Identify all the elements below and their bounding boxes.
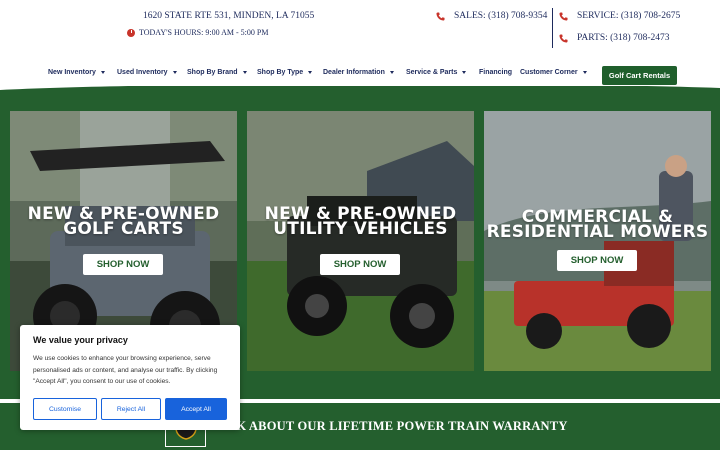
wave-divider: [0, 84, 720, 90]
nav-label: Service & Parts: [406, 69, 458, 76]
shop-now-button[interactable]: SHOP NOW: [557, 250, 637, 271]
mowers-card[interactable]: COMMERCIAL & RESIDENTIAL MOWERS SHOP NOW: [484, 111, 711, 371]
nav-shop-by-brand[interactable]: Shop By Brand: [187, 69, 247, 76]
nav-label: Financing: [479, 69, 513, 76]
cookie-title: We value your privacy: [33, 335, 128, 345]
chevron-down-icon: [462, 71, 467, 74]
top-header: 1620 STATE RTE 531, MINDEN, LA 71055 TOD…: [0, 0, 720, 62]
utility-vehicles-card[interactable]: NEW & PRE-OWNED UTILITY VEHICLES SHOP NO…: [247, 111, 474, 371]
chevron-down-icon: [172, 71, 177, 74]
nav-label: Customer Corner: [520, 69, 578, 76]
customise-button[interactable]: Customise: [33, 398, 97, 420]
nav-label: Shop By Type: [257, 69, 304, 76]
phone-icon: [436, 11, 445, 21]
card-title-line2: GOLF CARTS: [63, 219, 184, 239]
cookie-consent-banner: We value your privacy We use cookies to …: [20, 325, 240, 430]
cookie-buttons: Customise Reject All Accept All: [33, 398, 227, 420]
service-phone-label: SERVICE: (318) 708-2675: [577, 11, 681, 21]
clock-icon: [127, 28, 135, 37]
store-hours: TODAY'S HOURS: 9:00 AM - 5:00 PM: [127, 28, 268, 37]
cookie-text: We use cookies to enhance your browsing …: [33, 355, 218, 386]
chevron-down-icon: [389, 71, 394, 74]
chevron-down-icon: [582, 71, 587, 74]
nav-shop-by-type[interactable]: Shop By Type: [257, 69, 313, 76]
warranty-text: ASK ABOUT OUR LIFETIME POWER TRAIN WARRA…: [220, 419, 568, 433]
chevron-down-icon: [242, 71, 247, 74]
nav-new-inventory[interactable]: New Inventory: [48, 69, 105, 76]
golf-cart-rentals-button[interactable]: Golf Cart Rentals: [602, 66, 677, 85]
chevron-down-icon: [308, 71, 313, 74]
shop-now-button[interactable]: SHOP NOW: [83, 254, 163, 275]
nav-used-inventory[interactable]: Used Inventory: [117, 69, 177, 76]
parts-phone[interactable]: PARTS: (318) 708-2473: [559, 33, 670, 43]
nav-label: Used Inventory: [117, 69, 168, 76]
nav-customer-corner[interactable]: Customer Corner: [520, 69, 587, 76]
shop-now-button[interactable]: SHOP NOW: [320, 254, 400, 275]
nav-financing[interactable]: Financing: [479, 69, 512, 76]
reject-all-button[interactable]: Reject All: [101, 398, 161, 420]
accept-all-button[interactable]: Accept All: [165, 398, 227, 420]
nav-label: Shop By Brand: [187, 69, 238, 76]
card-title-line2: UTILITY VEHICLES: [273, 219, 448, 239]
header-divider: [552, 8, 553, 48]
nav-label: New Inventory: [48, 69, 96, 76]
nav-label: Dealer Information: [323, 69, 385, 76]
service-phone[interactable]: SERVICE: (318) 708-2675: [559, 11, 680, 21]
chevron-down-icon: [100, 71, 105, 74]
utility-vehicle-image: [247, 111, 474, 371]
store-address[interactable]: 1620 STATE RTE 531, MINDEN, LA 71055: [143, 11, 314, 21]
sales-phone-label: SALES: (318) 708-9354: [454, 11, 548, 21]
store-hours-text: TODAY'S HOURS: 9:00 AM - 5:00 PM: [139, 28, 269, 37]
parts-phone-label: PARTS: (318) 708-2473: [577, 33, 670, 43]
phone-icon: [559, 11, 568, 21]
phone-icon: [559, 33, 568, 43]
card-title-line2: RESIDENTIAL MOWERS: [486, 222, 709, 242]
nav-service-parts[interactable]: Service & Parts: [406, 69, 467, 76]
sales-phone[interactable]: SALES: (318) 708-9354: [436, 11, 547, 21]
nav-dealer-information[interactable]: Dealer Information: [323, 69, 394, 76]
